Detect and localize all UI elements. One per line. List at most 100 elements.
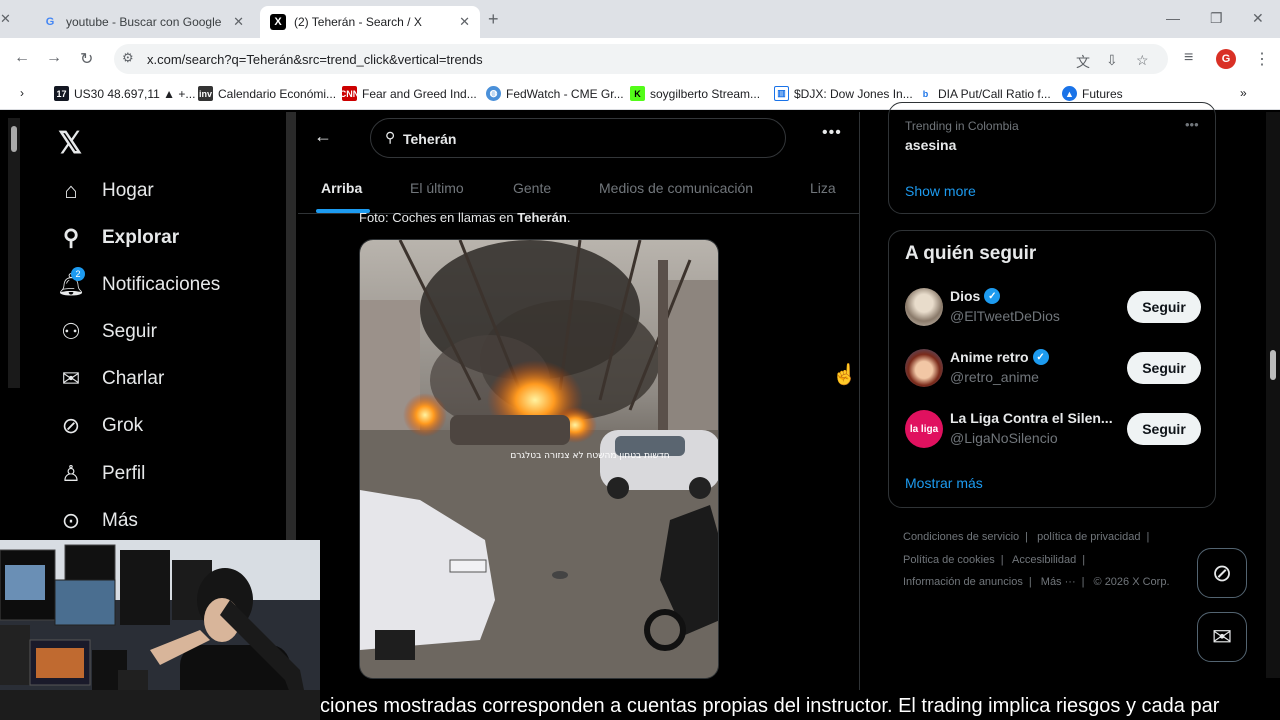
back-icon[interactable]: ← [14,49,30,67]
reload-icon[interactable]: ↻ [80,49,93,69]
mail-icon: ✉ [1211,623,1233,651]
address-bar[interactable]: ⚙ x.com/search?q=Teherán&src=trend_click… [114,44,1168,74]
footer-link[interactable]: Accesibilidad [1012,554,1076,566]
footer-link[interactable]: Información de anuncios [903,576,1023,588]
nav-grok[interactable]: ⊘ Grok [58,413,143,439]
trend-options-icon[interactable]: ••• [1185,117,1199,132]
translate-icon[interactable]: 文 [1076,52,1090,72]
avatar[interactable] [905,349,943,387]
chart-icon: ▥ [774,86,789,101]
x-logo-icon[interactable]: 𝕏 [58,126,82,161]
nav-label: Hogar [102,180,154,201]
bookmark-djx[interactable]: ▥ $DJX: Dow Jones In... [774,86,913,101]
tab-latest[interactable]: El último [410,180,464,196]
burning-cars-photo: חדשות בטחון מהשטח לא צנזורה בטלגרם [360,240,718,678]
who-to-follow-panel: A quién seguir Dios ✓ @ElTweetDeDios Segu… [888,230,1216,508]
nav-explore[interactable]: ⚲ Explorar [58,225,179,251]
google-icon: G [45,16,55,28]
tab-title: (2) Teherán - Search / X [294,15,422,29]
menu-icon[interactable]: ⋮ [1254,49,1270,69]
sidenav-scrollbar[interactable] [286,112,296,542]
bookmark-fear-greed[interactable]: CNN Fear and Greed Ind... [340,86,477,101]
footer-link[interactable]: Más ··· [1041,576,1076,588]
nav-follow[interactable]: ⚇ Seguir [58,319,157,345]
bookmark-fedwatch[interactable]: ◍ FedWatch - CME Gr... [486,86,624,101]
account-name-text: Dios [950,288,981,304]
restore-icon[interactable]: ❐ [1210,10,1223,27]
bookmarks-side-icon[interactable]: › [20,86,24,100]
browser-toolbar: ← → ↻ ⚙ x.com/search?q=Teherán&src=trend… [0,38,1280,80]
search-query[interactable]: Teherán [403,131,456,147]
disclaimer-ticker: ciones mostradas corresponden a cuentas … [320,690,1280,720]
back-arrow-icon[interactable]: ← [314,126,332,147]
home-icon: ⌂ [64,178,78,203]
bookmark-futures[interactable]: ▲ Futures [1062,86,1123,101]
browser-tab-google[interactable]: G youtube - Buscar con Google ✕ [32,6,254,38]
tab-top[interactable]: Arriba [321,180,362,196]
footer-link[interactable]: política de privacidad [1037,531,1140,543]
streamer-video [0,540,320,720]
more-options-icon[interactable]: ••• [822,124,842,142]
media-control-icon[interactable]: ≡ [1184,49,1193,67]
right-scrollbar[interactable] [1266,112,1280,678]
trend-name[interactable]: asesina [905,137,956,153]
close-tab-icon[interactable]: ✕ [233,14,244,30]
follow-button[interactable]: Seguir [1127,413,1201,445]
avatar[interactable]: la liga [905,410,943,448]
browser-tab-x[interactable]: X (2) Teherán - Search / X ✕ [260,6,480,38]
account-name[interactable]: Dios ✓ [950,288,1001,304]
kick-icon: K [630,86,645,101]
follow-suggestion[interactable]: la liga La Liga Contra el Silen... @Liga… [905,408,1201,450]
show-more-follow-link[interactable]: Mostrar más [905,475,983,491]
window-close-icon[interactable]: ✕ [1252,10,1264,27]
follow-suggestion[interactable]: Anime retro ✓ @retro_anime Seguir [905,347,1201,389]
tab-people[interactable]: Gente [513,180,551,196]
url-text[interactable]: x.com/search?q=Teherán&src=trend_click&v… [147,52,483,67]
caption-highlight[interactable]: Teherán [517,210,567,225]
site-info-icon[interactable]: ⚙ [122,50,134,66]
tab-media[interactable]: Medios de comunicación [599,180,753,196]
new-tab-icon[interactable]: + [488,9,499,30]
left-scrollbar[interactable] [8,118,20,388]
grok-icon: ⊘ [61,413,81,438]
bell-icon: 🔔︎ 2 [57,267,85,297]
nav-notifications[interactable]: 🔔︎ 2 Notificaciones [57,267,220,298]
footer-link[interactable]: Condiciones de servicio [903,531,1019,543]
bookmark-us30[interactable]: 17 US30 48.697,11 ▲ +... [54,86,195,101]
tab-lists[interactable]: Liza [810,180,836,196]
nav-label: Grok [102,415,144,436]
search-input[interactable]: ⚲ Teherán [370,118,786,158]
browser-tabstrip: ✕ G youtube - Buscar con Google ✕ X (2) … [0,0,1280,38]
globe-icon: ◍ [486,86,501,101]
footer-links: Condiciones de servicio | política de pri… [903,531,1170,588]
account-handle: @retro_anime [950,369,1039,385]
bookmark-star-icon[interactable]: ☆ [1136,52,1149,69]
nav-profile[interactable]: ♙ Perfil [58,461,145,487]
close-tab-icon[interactable]: ✕ [459,14,470,30]
footer-link[interactable]: Política de cookies [903,554,995,566]
nav-more[interactable]: ⊙ Más [58,508,138,534]
show-more-link[interactable]: Show more [905,183,976,199]
account-handle: @ElTweetDeDios [950,308,1060,324]
account-name[interactable]: Anime retro ✓ [950,349,1049,365]
more-bookmarks-icon[interactable]: » [1240,86,1247,100]
follow-button[interactable]: Seguir [1127,291,1201,323]
bookmark-calendario[interactable]: inv Calendario Económi... [198,86,336,101]
follow-suggestion[interactable]: Dios ✓ @ElTweetDeDios Seguir [905,286,1201,328]
bookmark-dia[interactable]: b DIA Put/Call Ratio f... [918,86,1051,101]
install-icon[interactable]: ⇩ [1106,52,1118,69]
post-photo[interactable]: חדשות בטחון מהשטח לא צנזורה בטלגרם [359,239,719,679]
minimize-icon[interactable]: — [1166,10,1180,26]
nav-home[interactable]: ⌂ Hogar [58,178,154,204]
forward-icon[interactable]: → [46,49,62,67]
profile-avatar[interactable]: G [1216,49,1236,69]
account-name[interactable]: La Liga Contra el Silen... [950,410,1113,426]
search-tabs: Arriba El último Gente Medios de comunic… [298,162,860,214]
follow-button[interactable]: Seguir [1127,352,1201,384]
nav-chat[interactable]: ✉ Charlar [58,366,165,392]
avatar[interactable] [905,288,943,326]
close-icon[interactable]: ✕ [0,11,11,27]
bookmark-soygilberto[interactable]: K soygilberto Stream... [630,86,760,101]
grok-fab-button[interactable]: ⊘ [1197,548,1247,598]
messages-fab-button[interactable]: ✉ [1197,612,1247,662]
